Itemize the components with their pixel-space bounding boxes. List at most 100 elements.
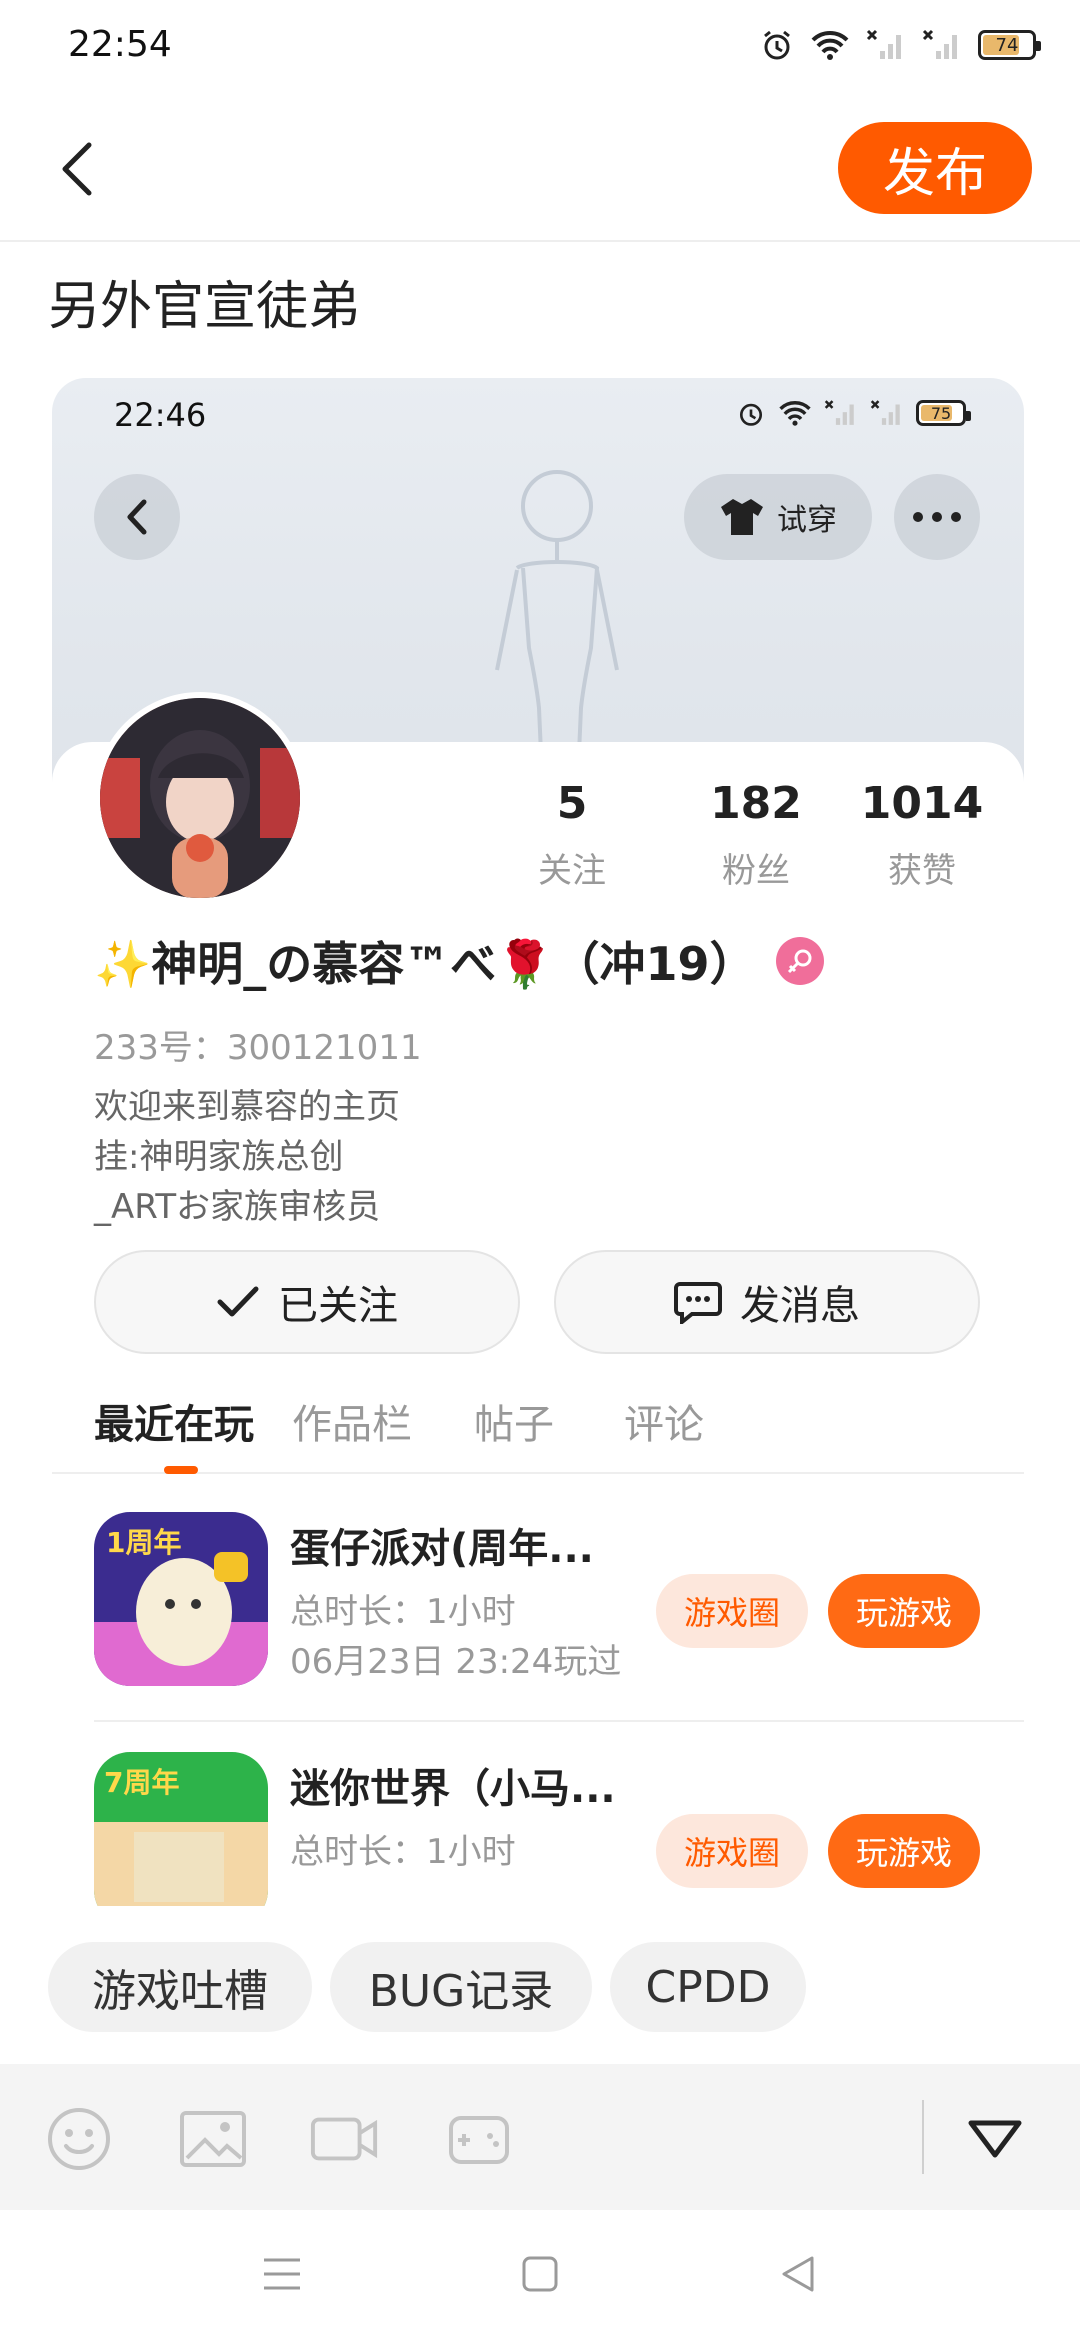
tab-works[interactable]: 作品栏	[292, 1392, 412, 1450]
back-button[interactable]	[42, 134, 112, 204]
stat-followers[interactable]: 182 粉丝	[676, 778, 836, 892]
signal-icon-2	[870, 400, 900, 425]
profile-sheet: 5 关注 182 粉丝 1014 获赞 ✨神明_の慕容™べ🌹（冲19） 233号…	[52, 692, 1024, 1978]
bio-line: 挂:神明家族总创	[94, 1137, 344, 1177]
checkmark-icon	[217, 1286, 259, 1317]
stat-value: 5	[556, 778, 588, 829]
stat-value: 1014	[860, 778, 984, 829]
chevron-left-icon	[62, 142, 92, 196]
game-name: 迷你世界（小马...	[290, 1766, 616, 1812]
bio-line: 欢迎来到慕容的主页	[94, 1087, 400, 1127]
screenshot-battery-level: 75	[930, 403, 952, 423]
wifi-icon	[779, 401, 811, 426]
triangle-left-icon	[782, 2256, 814, 2292]
stat-label: 关注	[538, 851, 606, 891]
system-nav-bar	[0, 2210, 1080, 2340]
chevron-left-icon	[127, 499, 147, 535]
username-row: ✨神明_の慕容™べ🌹（冲19）	[94, 928, 824, 994]
screenshot-back-button[interactable]	[94, 474, 180, 560]
triangle-down-icon	[968, 2120, 1022, 2158]
alarm-icon	[764, 30, 790, 60]
battery-icon: 74	[978, 30, 1041, 60]
play-game-button[interactable]: 玩游戏	[828, 1814, 980, 1888]
video-icon	[310, 2117, 378, 2161]
message-button[interactable]: 发消息	[554, 1250, 980, 1354]
top-bar: 发布	[0, 96, 1080, 242]
screenshot-status-icons: 75	[736, 398, 971, 428]
avatar-illustration	[100, 698, 300, 898]
stat-following[interactable]: 5 关注	[492, 778, 652, 892]
stat-value: 182	[710, 778, 802, 829]
stat-label: 粉丝	[722, 851, 790, 891]
message-label: 发消息	[740, 1283, 860, 1329]
attached-screenshot[interactable]: 22:46 75 试穿 5 关注 182 粉丝 1014 获赞 ✨神明_の慕容™…	[52, 378, 1024, 1978]
profile-stats: 5 关注 182 粉丝 1014 获赞	[492, 778, 992, 898]
menu-nav-button[interactable]	[252, 2244, 312, 2304]
game-icon-badge: 7周年	[104, 1766, 179, 1799]
signal-icon-2	[922, 29, 957, 59]
toolbar-divider	[922, 2100, 924, 2174]
signal-icon-1	[824, 400, 854, 425]
tab-indicator	[164, 1466, 198, 1474]
topic-chip[interactable]: CPDD	[610, 1942, 806, 2032]
alarm-icon	[739, 403, 763, 426]
screenshot-status-time: 22:46	[114, 396, 207, 434]
chat-bubble-icon	[674, 1282, 722, 1324]
battery-icon: 75	[916, 400, 971, 426]
followed-label: 已关注	[278, 1283, 398, 1329]
more-button[interactable]	[894, 474, 980, 560]
emoji-button[interactable]	[44, 2104, 114, 2174]
post-title[interactable]: 另外官宣徒弟	[48, 264, 360, 339]
tab-comments[interactable]: 评论	[624, 1392, 704, 1450]
avatar[interactable]	[94, 692, 306, 904]
bio-line: _ARTお家族审核员	[94, 1187, 381, 1227]
topic-chip[interactable]: 游戏吐槽	[48, 1942, 312, 2032]
back-nav-button[interactable]	[768, 2244, 828, 2304]
hamburger-icon	[264, 2258, 300, 2290]
gamepad-icon	[449, 2116, 509, 2164]
game-name: 蛋仔派对(周年...	[290, 1526, 594, 1572]
status-time: 22:54	[68, 24, 172, 65]
female-gender-icon	[775, 937, 824, 985]
game-attach-button[interactable]	[444, 2104, 514, 2174]
more-dots-icon	[913, 512, 961, 522]
battery-level: 74	[995, 34, 1019, 56]
editor-toolbar	[0, 2064, 1080, 2210]
wifi-icon	[811, 30, 849, 60]
game-circle-button[interactable]: 游戏圈	[656, 1814, 808, 1888]
image-button[interactable]	[178, 2104, 248, 2174]
game-icon: 7周年	[94, 1752, 268, 1926]
try-on-button[interactable]: 试穿	[684, 474, 872, 560]
play-game-button[interactable]: 玩游戏	[828, 1574, 980, 1648]
user-id: 233号：300121011	[94, 1028, 422, 1068]
profile-tabs: 最近在玩 作品栏 帖子 评论	[52, 1382, 1024, 1474]
stat-label: 获赞	[888, 851, 956, 891]
followed-button[interactable]: 已关注	[94, 1250, 520, 1354]
status-icons: 74	[760, 28, 1041, 62]
bio: 欢迎来到慕容的主页 挂:神明家族总创 _ARTお家族审核员	[94, 1082, 400, 1232]
image-icon	[180, 2111, 246, 2167]
square-icon	[522, 2256, 558, 2292]
status-bar: 22:54 74	[0, 0, 1080, 96]
username: ✨神明_の慕容™べ🌹（冲19）	[94, 937, 756, 991]
tab-posts[interactable]: 帖子	[474, 1392, 554, 1450]
game-circle-button[interactable]: 游戏圈	[656, 1574, 808, 1648]
game-duration: 总时长：1小时	[290, 1832, 516, 1872]
game-duration: 总时长：1小时	[290, 1592, 516, 1632]
home-nav-button[interactable]	[510, 2244, 570, 2304]
stat-likes[interactable]: 1014 获赞	[842, 778, 1002, 892]
game-list-item[interactable]: 1周年 蛋仔派对(周年... 总时长：1小时 06月23日 23:24玩过 游戏…	[52, 1482, 1024, 1720]
game-icon: 1周年	[94, 1512, 268, 1686]
tshirt-icon	[721, 499, 763, 535]
publish-button[interactable]: 发布	[838, 122, 1032, 214]
video-button[interactable]	[310, 2104, 380, 2174]
game-last-played: 06月23日 23:24玩过	[290, 1642, 622, 1682]
try-on-label: 试穿	[777, 503, 837, 538]
game-icon-badge: 1周年	[106, 1526, 181, 1559]
collapse-toolbar-button[interactable]	[960, 2104, 1030, 2174]
emoji-icon	[48, 2108, 110, 2170]
topic-bar: 游戏吐槽 BUG记录 CPDD	[0, 1906, 1080, 2064]
tab-recently-played[interactable]: 最近在玩	[94, 1392, 254, 1450]
topic-chip[interactable]: BUG记录	[330, 1942, 592, 2032]
signal-icon-1	[866, 29, 901, 59]
